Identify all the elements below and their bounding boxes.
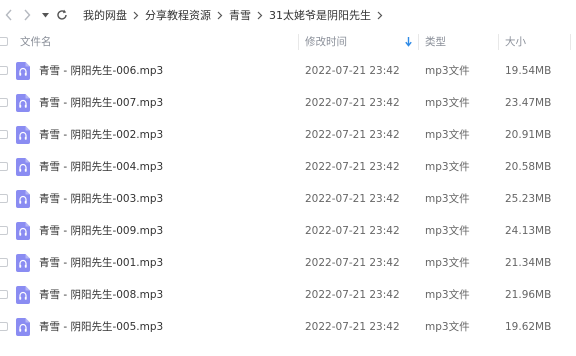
chevron-right-icon (217, 11, 223, 20)
column-header-size[interactable]: 大小 (505, 30, 526, 54)
column-header-name[interactable]: 文件名 (20, 30, 52, 54)
file-name[interactable]: 青雪 - 阴阳先生-008.mp3 (39, 279, 163, 311)
file-size: 19.62MB (505, 321, 552, 333)
file-size: 21.96MB (505, 289, 552, 301)
file-type: mp3文件 (425, 289, 470, 301)
file-modified-time: 2022-07-21 23:42 (305, 321, 400, 333)
row-checkbox[interactable] (0, 130, 8, 139)
file-size: 20.91MB (505, 129, 552, 141)
file-modified-time: 2022-07-21 23:42 (305, 97, 400, 109)
file-size: 19.54MB (505, 65, 552, 77)
file-type: mp3文件 (425, 161, 470, 173)
chevron-right-icon (257, 11, 263, 20)
breadcrumb: 我的网盘 分享教程资源 青雪 31太姥爷是阴阳先生 (83, 6, 389, 24)
chevron-left-icon (5, 9, 12, 21)
file-name[interactable]: 青雪 - 阴阳先生-009.mp3 (39, 215, 163, 247)
row-checkbox[interactable] (0, 258, 8, 267)
sort-indicator[interactable] (405, 30, 412, 54)
column-divider (498, 34, 499, 50)
column-header-modified[interactable]: 修改时间 (305, 30, 347, 54)
file-row[interactable]: 青雪 - 阴阳先生-007.mp3 2022-07-21 23:42 mp3文件 23… (0, 87, 576, 119)
file-list-header: 文件名 修改时间 类型 大小 (0, 30, 576, 54)
file-name[interactable]: 青雪 - 阴阳先生-006.mp3 (39, 55, 163, 87)
audio-file-icon (16, 254, 30, 272)
file-row[interactable]: 青雪 - 阴阳先生-009.mp3 2022-07-21 23:42 mp3文件 24… (0, 215, 576, 247)
breadcrumb-my-drive[interactable]: 我的网盘 (83, 7, 127, 23)
column-divider (418, 34, 419, 50)
file-modified-time: 2022-07-21 23:42 (305, 161, 400, 173)
column-header-type[interactable]: 类型 (425, 30, 446, 54)
row-checkbox[interactable] (0, 98, 8, 107)
row-checkbox[interactable] (0, 322, 8, 331)
row-checkbox[interactable] (0, 162, 8, 171)
audio-file-icon (16, 286, 30, 304)
file-row[interactable]: 青雪 - 阴阳先生-008.mp3 2022-07-21 23:42 mp3文件 21… (0, 279, 576, 311)
file-type: mp3文件 (425, 97, 470, 109)
row-checkbox[interactable] (0, 290, 8, 299)
file-type: mp3文件 (425, 129, 470, 141)
file-size: 24.13MB (505, 225, 552, 237)
chevron-right-icon (24, 9, 31, 21)
file-row[interactable]: 青雪 - 阴阳先生-005.mp3 2022-07-21 23:42 mp3文件 19… (0, 311, 576, 343)
chevron-right-icon (133, 11, 139, 20)
file-modified-time: 2022-07-21 23:42 (305, 289, 400, 301)
refresh-icon (57, 9, 67, 20)
file-size: 23.47MB (505, 97, 552, 109)
column-divider (570, 34, 571, 50)
select-all-checkbox[interactable] (0, 37, 8, 46)
file-row[interactable]: 青雪 - 阴阳先生-006.mp3 2022-07-21 23:42 mp3文件 19… (0, 55, 576, 87)
file-modified-time: 2022-07-21 23:42 (305, 129, 400, 141)
row-checkbox[interactable] (0, 194, 8, 203)
file-type: mp3文件 (425, 257, 470, 269)
breadcrumb-current-folder[interactable]: 31太姥爷是阴阳先生 (269, 7, 371, 23)
file-name[interactable]: 青雪 - 阴阳先生-003.mp3 (39, 183, 163, 215)
audio-file-icon (16, 318, 30, 336)
arrow-down-icon (405, 37, 412, 47)
file-size: 25.23MB (505, 193, 552, 205)
caret-down-icon (41, 12, 49, 17)
file-size: 21.34MB (505, 257, 552, 269)
file-type: mp3文件 (425, 225, 470, 237)
history-dropdown-button[interactable] (40, 6, 50, 24)
audio-file-icon (16, 62, 30, 80)
audio-file-icon (16, 126, 30, 144)
row-checkbox[interactable] (0, 66, 8, 75)
navigation-bar: 我的网盘 分享教程资源 青雪 31太姥爷是阴阳先生 (0, 0, 576, 30)
breadcrumb-qingxue[interactable]: 青雪 (229, 7, 251, 23)
back-button[interactable] (2, 6, 16, 24)
file-name[interactable]: 青雪 - 阴阳先生-002.mp3 (39, 119, 163, 151)
file-modified-time: 2022-07-21 23:42 (305, 257, 400, 269)
file-type: mp3文件 (425, 193, 470, 205)
forward-button[interactable] (20, 6, 34, 24)
breadcrumb-shared-tutorials[interactable]: 分享教程资源 (145, 7, 211, 23)
file-modified-time: 2022-07-21 23:42 (305, 225, 400, 237)
refresh-button[interactable] (55, 6, 69, 24)
audio-file-icon (16, 190, 30, 208)
file-size: 20.58MB (505, 161, 552, 173)
file-row[interactable]: 青雪 - 阴阳先生-001.mp3 2022-07-21 23:42 mp3文件 21… (0, 247, 576, 279)
file-type: mp3文件 (425, 65, 470, 77)
audio-file-icon (16, 158, 30, 176)
file-name[interactable]: 青雪 - 阴阳先生-004.mp3 (39, 151, 163, 183)
column-divider (298, 34, 299, 50)
file-name[interactable]: 青雪 - 阴阳先生-005.mp3 (39, 311, 163, 343)
file-modified-time: 2022-07-21 23:42 (305, 193, 400, 205)
file-row[interactable]: 青雪 - 阴阳先生-003.mp3 2022-07-21 23:42 mp3文件 25… (0, 183, 576, 215)
audio-file-icon (16, 222, 30, 240)
file-name[interactable]: 青雪 - 阴阳先生-007.mp3 (39, 87, 163, 119)
file-row[interactable]: 青雪 - 阴阳先生-002.mp3 2022-07-21 23:42 mp3文件 20… (0, 119, 576, 151)
file-row[interactable]: 青雪 - 阴阳先生-004.mp3 2022-07-21 23:42 mp3文件 20… (0, 151, 576, 183)
chevron-right-icon[interactable] (377, 11, 383, 20)
file-name[interactable]: 青雪 - 阴阳先生-001.mp3 (39, 247, 163, 279)
audio-file-icon (16, 94, 30, 112)
file-modified-time: 2022-07-21 23:42 (305, 65, 400, 77)
row-checkbox[interactable] (0, 226, 8, 235)
file-type: mp3文件 (425, 321, 470, 333)
